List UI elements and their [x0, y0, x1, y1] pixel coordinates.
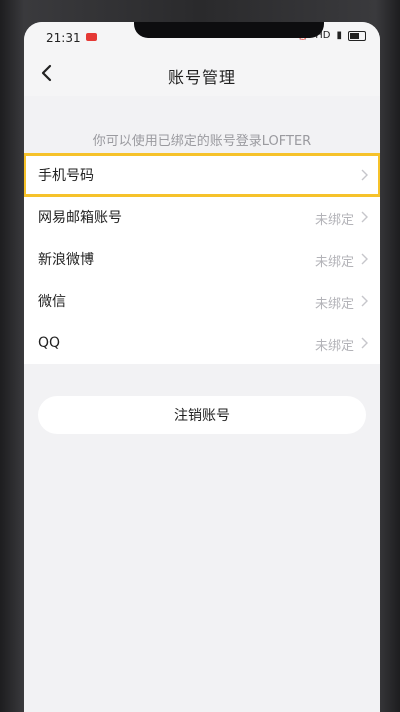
- row-label: QQ: [38, 335, 61, 351]
- navigation-bar: 账号管理: [24, 50, 380, 96]
- camera-notch: [134, 22, 324, 38]
- wechat-row[interactable]: 微信 未绑定: [24, 280, 380, 322]
- status-time: 21:31: [46, 31, 81, 45]
- record-indicator-icon: [86, 33, 97, 41]
- social-accounts-group: 新浪微博 未绑定 微信 未绑定 QQ 未绑定: [24, 238, 380, 364]
- row-label: 微信: [38, 294, 66, 310]
- cancel-account-button[interactable]: 注销账号: [38, 396, 366, 434]
- binding-status: 未绑定: [314, 339, 354, 354]
- phone-frame: 21:31 ⏰ HD ▮ 账号管理 你可以使用已绑定的账号登录LOFTER 手机…: [0, 0, 400, 712]
- chevron-right-icon: [361, 295, 368, 307]
- primary-accounts-group: 手机号码 网易邮箱账号 未绑定: [24, 153, 380, 238]
- page-title: 账号管理: [167, 68, 236, 87]
- app-screen: 21:31 ⏰ HD ▮ 账号管理 你可以使用已绑定的账号登录LOFTER 手机…: [24, 22, 380, 712]
- phone-number-row[interactable]: 手机号码: [24, 153, 380, 197]
- chevron-right-icon: [361, 169, 368, 181]
- row-label: 网易邮箱账号: [38, 210, 122, 226]
- signal-icon: ▮: [336, 30, 342, 41]
- netease-email-row[interactable]: 网易邮箱账号 未绑定: [24, 196, 380, 238]
- binding-status: 未绑定: [314, 255, 354, 270]
- row-label: 新浪微博: [38, 252, 94, 268]
- binding-status: 未绑定: [314, 297, 354, 312]
- row-label: 手机号码: [38, 168, 94, 184]
- battery-icon: [348, 30, 366, 41]
- chevron-right-icon: [361, 253, 368, 265]
- chevron-right-icon: [361, 337, 368, 349]
- weibo-row[interactable]: 新浪微博 未绑定: [24, 238, 380, 280]
- chevron-right-icon: [361, 211, 368, 223]
- qq-row[interactable]: QQ 未绑定: [24, 322, 380, 364]
- login-hint-text: 你可以使用已绑定的账号登录LOFTER: [92, 134, 312, 149]
- binding-status: 未绑定: [314, 213, 354, 228]
